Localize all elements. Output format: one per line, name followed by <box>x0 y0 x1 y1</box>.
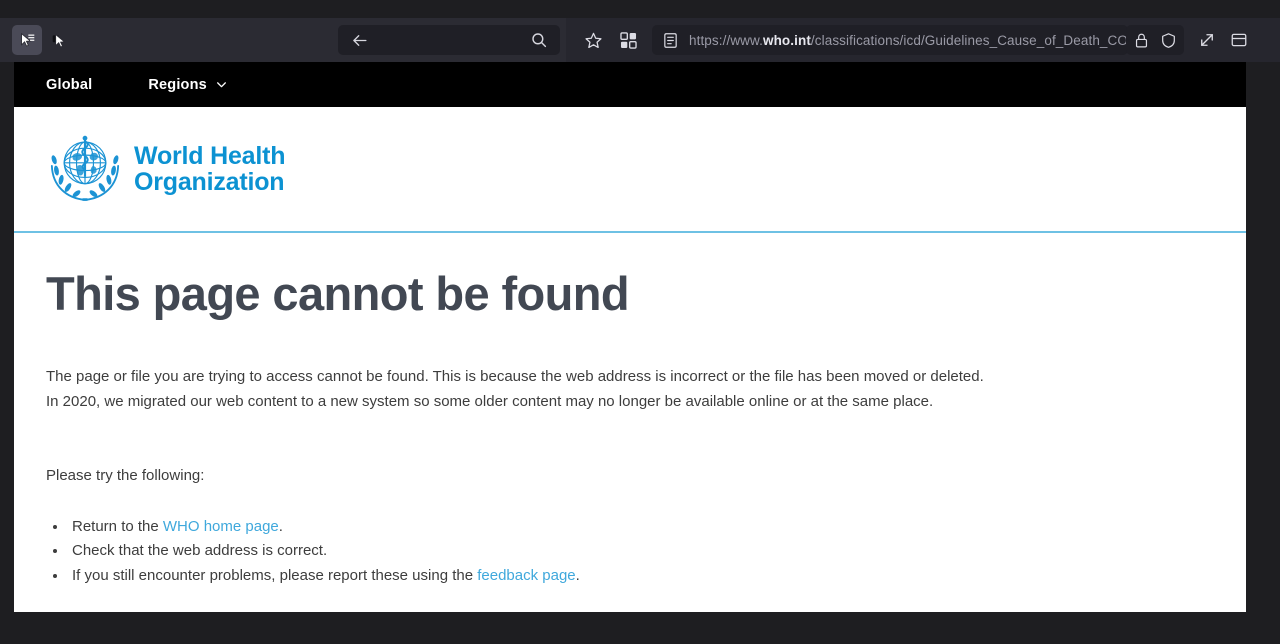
toolbar-left-padding <box>0 18 10 62</box>
tip-3-before: If you still encounter problems, please … <box>72 566 478 584</box>
who-logo-link[interactable]: World Health Organization <box>46 132 286 206</box>
tip-1-before: Return to the <box>72 517 163 535</box>
who-logo-line2: Organization <box>134 168 285 196</box>
expand-arrows-icon[interactable] <box>1198 31 1216 49</box>
error-description: The page or file you are trying to acces… <box>46 365 1214 414</box>
feedback-page-link[interactable]: feedback page <box>477 567 575 584</box>
tip-2-before: Check that the web address is correct. <box>72 542 328 560</box>
error-description-line1: The page or file you are trying to acces… <box>46 368 984 386</box>
security-icon-group <box>1126 25 1184 55</box>
browser-window: https://www.who.int/classifications/icd/… <box>0 0 1280 644</box>
list-item: Return to the WHO home page. <box>68 515 1214 539</box>
toolbar-right-icons <box>1126 25 1248 55</box>
url-bar[interactable]: https://www.who.int/classifications/icd/… <box>652 25 1128 55</box>
who-home-page-link[interactable]: WHO home page <box>163 518 279 535</box>
lock-icon[interactable] <box>1133 32 1150 49</box>
bookmark-star-icon[interactable] <box>584 31 603 50</box>
who-logo-header: World Health Organization <box>14 107 1246 231</box>
cursor-inspect-tool[interactable] <box>44 25 74 55</box>
error-content: This page cannot be found The page or fi… <box>14 233 1246 588</box>
tip-3-after: . <box>575 566 580 584</box>
url-domain: who.int <box>762 32 811 48</box>
url-text: https://www.who.int/classifications/icd/… <box>689 33 1128 48</box>
extensions-puzzle-icon[interactable] <box>619 31 638 50</box>
split-window-icon[interactable] <box>1230 31 1248 49</box>
arrow-left-icon[interactable] <box>350 31 369 50</box>
chevron-down-icon <box>215 78 228 91</box>
reader-view-icon[interactable] <box>662 32 679 49</box>
try-following-label: Please try the following: <box>46 466 205 484</box>
page-title: This page cannot be found <box>46 267 630 320</box>
who-logo-text: World Health Organization <box>134 141 286 196</box>
cursor-arrow-icon <box>51 32 68 49</box>
nav-item-regions-label: Regions <box>148 76 207 93</box>
shield-icon[interactable] <box>1160 32 1177 49</box>
url-path: /classifications/icd/Guidelines_Cause_of… <box>810 32 1128 48</box>
search-icon[interactable] <box>530 31 548 49</box>
nav-item-global-label: Global <box>46 76 93 93</box>
who-emblem-icon <box>46 132 124 206</box>
tip-1-after: . <box>278 517 283 535</box>
nav-item-global[interactable]: Global <box>32 62 106 107</box>
nav-item-regions[interactable]: Regions <box>134 62 242 107</box>
toolbar-search-box[interactable] <box>338 25 560 55</box>
suggestions-list: Return to the WHO home page. Check that … <box>46 515 1214 588</box>
cursor-select-tool[interactable] <box>12 25 42 55</box>
who-logo-line1: World Health <box>134 141 286 170</box>
page-viewport: Global Regions World Health Organization… <box>14 62 1246 612</box>
error-description-line2: In 2020, we migrated our web content to … <box>46 392 934 410</box>
list-item: Check that the web address is correct. <box>68 539 1214 563</box>
cursor-select-icon <box>19 32 36 49</box>
who-top-nav: Global Regions <box>14 62 1246 107</box>
url-prefix: https://www. <box>689 32 763 48</box>
list-item: If you still encounter problems, please … <box>68 564 1214 588</box>
